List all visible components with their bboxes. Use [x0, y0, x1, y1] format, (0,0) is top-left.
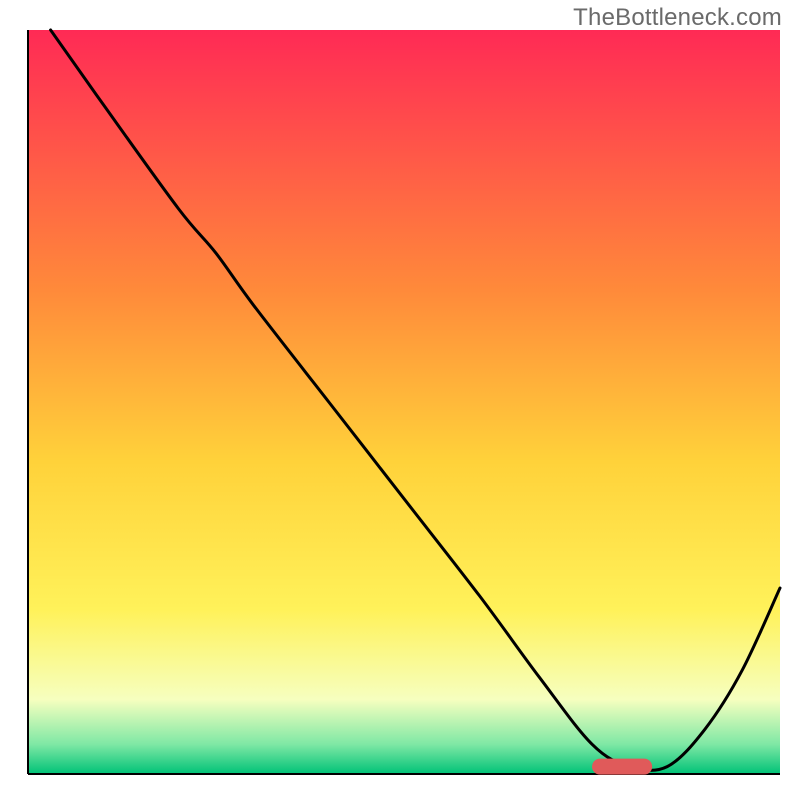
plot-background: [28, 30, 780, 774]
optimal-marker: [592, 759, 652, 775]
chart-svg: [0, 0, 800, 800]
